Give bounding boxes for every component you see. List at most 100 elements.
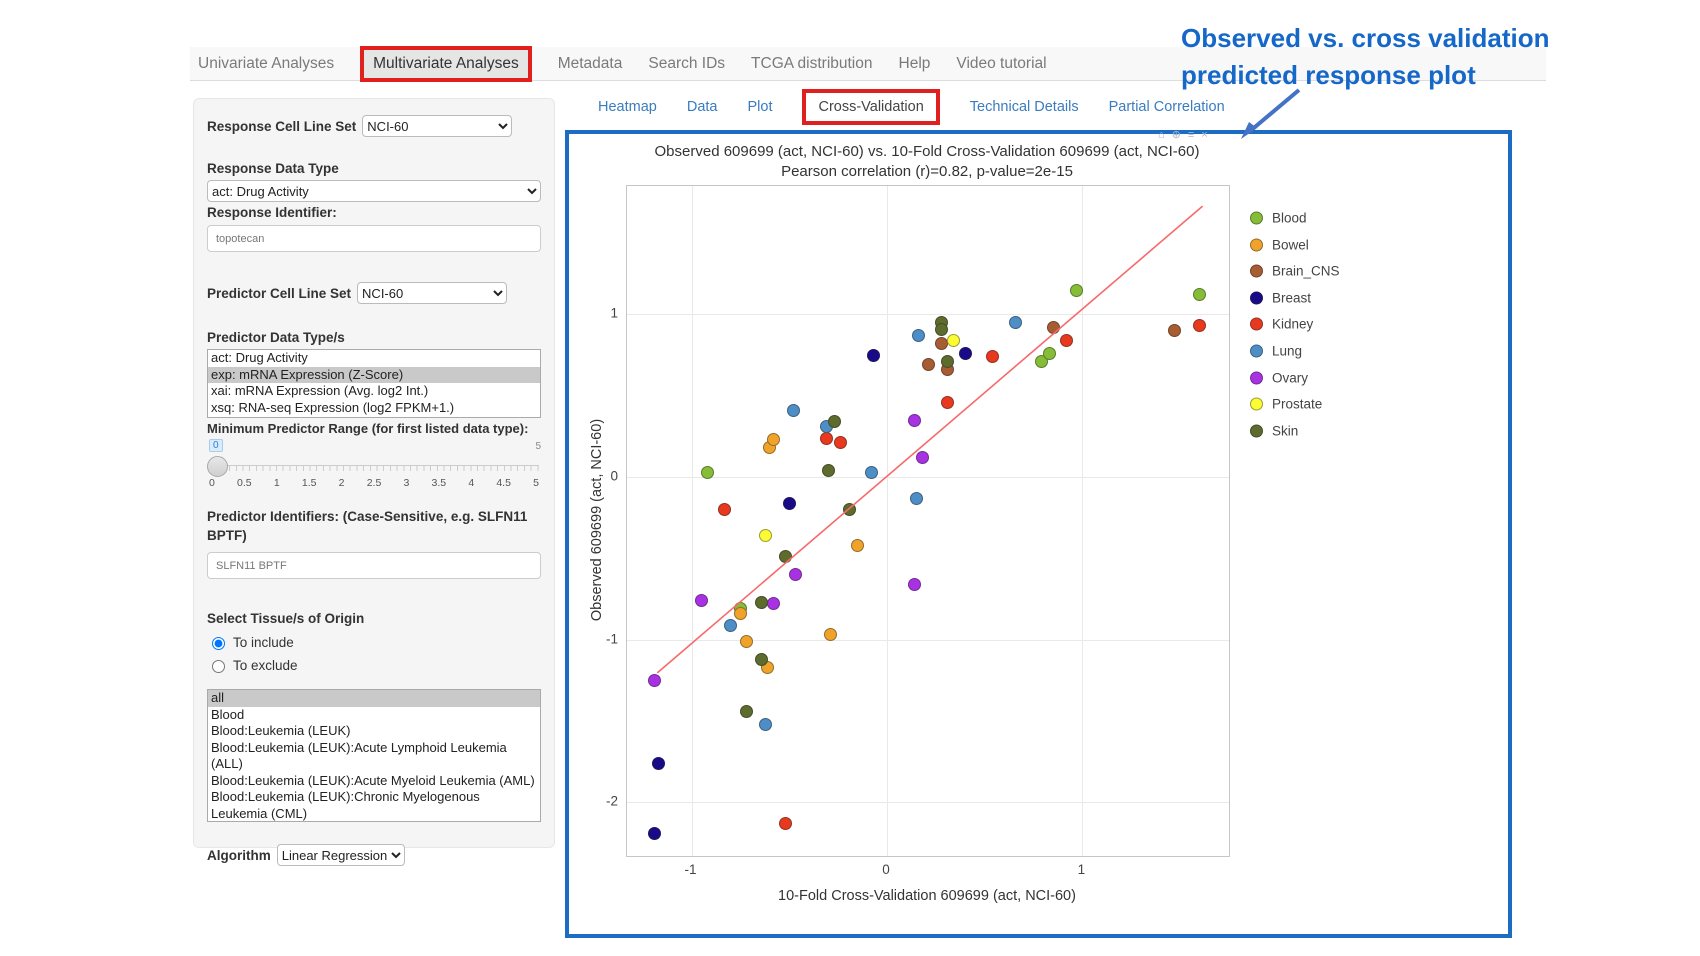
x-tick-label: -1 [684, 862, 696, 877]
predictor-data-types-label: Predictor Data Type/s [207, 330, 541, 345]
legend-label: Ovary [1272, 370, 1308, 385]
subtab-data[interactable]: Data [687, 99, 718, 115]
zoom-icon[interactable]: ⊕ [1172, 129, 1188, 141]
plotly-modebar[interactable]: ⌂⊕≡× [1158, 128, 1215, 141]
y-tick-label: -1 [588, 631, 618, 646]
predictor-cell-line-set-label: Predictor Cell Line Set [207, 286, 351, 301]
y-tick-label: -2 [588, 794, 618, 809]
slider-handle[interactable] [207, 456, 228, 477]
predictor-cell-line-set-select[interactable]: NCI-60 [357, 282, 507, 304]
algorithm-label: Algorithm [207, 848, 271, 863]
algorithm-select[interactable]: Linear Regression [277, 844, 405, 866]
pan-icon[interactable]: ≡ [1188, 129, 1201, 141]
legend-item-lung[interactable]: Lung [1250, 344, 1302, 359]
legend-dot-icon [1250, 291, 1263, 304]
list-option[interactable]: xai: mRNA Expression (Avg. log2 Int.) [208, 383, 540, 400]
subtab-plot[interactable]: Plot [747, 99, 772, 115]
list-option[interactable]: all [208, 690, 540, 707]
radio-input[interactable] [212, 660, 225, 673]
legend-item-skin[interactable]: Skin [1250, 423, 1298, 438]
subtab-technical-details[interactable]: Technical Details [970, 99, 1079, 115]
list-option[interactable]: xsq: RNA-seq Expression (log2 FPKM+1.) [208, 400, 540, 417]
close-icon[interactable]: × [1201, 129, 1214, 141]
legend-label: Bowel [1272, 237, 1309, 252]
x-axis-title: 10-Fold Cross-Validation 609699 (act, NC… [626, 888, 1228, 904]
plot-subtitle: Pearson correlation (r)=0.82, p-value=2e… [626, 163, 1228, 180]
nav-tab-metadata[interactable]: Metadata [558, 55, 623, 73]
plot-title: Observed 609699 (act, NCI-60) vs. 10-Fol… [626, 143, 1228, 160]
legend-item-kidney[interactable]: Kidney [1250, 317, 1313, 332]
radio-input[interactable] [212, 637, 225, 650]
slider-tick-label: 4 [468, 477, 474, 489]
response-data-type-label: Response Data Type [207, 161, 541, 176]
slider-tick-label: 3.5 [432, 477, 447, 489]
legend-label: Lung [1272, 344, 1302, 359]
legend-item-ovary[interactable]: Ovary [1250, 370, 1308, 385]
tissue-radio-to-exclude[interactable]: To exclude [207, 657, 541, 673]
list-option[interactable]: Blood:Leukemia (LEUK):Chronic Myelogenou… [208, 789, 540, 822]
slider-tick-label: 5 [533, 477, 539, 489]
legend-dot-icon [1250, 238, 1263, 251]
tissue-listbox[interactable]: allBloodBlood:Leukemia (LEUK)Blood:Leuke… [207, 689, 541, 822]
predictor-identifiers-label: Predictor Identifiers: (Case-Sensitive, … [207, 507, 541, 545]
slider-tick-label: 2.5 [367, 477, 382, 489]
nav-tab-search-ids[interactable]: Search IDs [648, 55, 725, 73]
radio-label: To exclude [233, 658, 298, 673]
legend-label: Brain_CNS [1272, 264, 1340, 279]
slider-tick-label: 1 [274, 477, 280, 489]
legend-label: Prostate [1272, 397, 1322, 412]
response-identifier-label: Response Identifier: [207, 205, 541, 220]
response-cell-line-set-select[interactable]: NCI-60 [362, 115, 512, 137]
list-option[interactable]: exp: mRNA Expression (Z-Score) [208, 367, 540, 384]
response-data-type-select[interactable]: act: Drug Activity [207, 180, 541, 202]
subtab-cross-validation[interactable]: Cross-Validation [802, 89, 939, 125]
legend-item-blood[interactable]: Blood [1250, 211, 1307, 226]
slider-value-badge: 0 [209, 439, 223, 452]
list-option[interactable]: Blood:Leukemia (LEUK):Acute Myeloid Leuk… [208, 773, 540, 790]
list-option[interactable]: Blood [208, 707, 540, 724]
radio-label: To include [233, 635, 294, 650]
y-axis-title: Observed 609699 (act, NCI-60) [589, 419, 605, 621]
legend-dot-icon [1250, 424, 1263, 437]
tissue-origin-label: Select Tissue/s of Origin [207, 611, 541, 626]
legend-item-prostate[interactable]: Prostate [1250, 397, 1322, 412]
result-subtabs: Heatmap Data Plot Cross-Validation Technical… [598, 92, 1225, 122]
tissue-radio-to-include[interactable]: To include [207, 634, 541, 650]
min-predictor-range-slider: 0 5 00.511.522.533.544.55 [207, 439, 541, 501]
x-tick-label: 0 [882, 862, 890, 877]
annotation-callout: Observed vs. cross validation predicted … [1181, 20, 1550, 94]
nav-tab-video-tutorial[interactable]: Video tutorial [956, 55, 1046, 73]
slider-tick-label: 0 [209, 477, 215, 489]
nav-tab-univariate-analyses[interactable]: Univariate Analyses [198, 55, 334, 73]
home-icon[interactable]: ⌂ [1158, 129, 1172, 141]
slider-max-label: 5 [535, 441, 541, 452]
predictor-data-types-listbox[interactable]: act: Drug Activityexp: mRNA Expression (… [207, 349, 541, 418]
subtab-partial-correlation[interactable]: Partial Correlation [1109, 99, 1225, 115]
list-option[interactable]: Blood:Leukemia (LEUK):Acute Lymphoid Leu… [208, 740, 540, 773]
slider-tick-label: 3 [403, 477, 409, 489]
list-option[interactable]: Blood:Leukemia (LEUK) [208, 723, 540, 740]
legend-item-breast[interactable]: Breast [1250, 290, 1311, 305]
nav-tab-tcga-distribution[interactable]: TCGA distribution [751, 55, 872, 73]
app-page: Univariate Analyses Multivariate Analyses… [0, 0, 1700, 956]
nav-tab-help[interactable]: Help [899, 55, 931, 73]
legend-label: Breast [1272, 290, 1311, 305]
settings-sidebar: Response Cell Line Set NCI-60 Response D… [193, 98, 555, 848]
legend-dot-icon [1250, 345, 1263, 358]
subtab-heatmap[interactable]: Heatmap [598, 99, 657, 115]
y-tick-label: 0 [588, 469, 618, 484]
slider-tick-label: 2 [339, 477, 345, 489]
slider-tick-labels: 00.511.522.533.544.55 [209, 477, 539, 489]
min-predictor-range-label: Minimum Predictor Range (for first liste… [207, 421, 541, 436]
list-option[interactable]: act: Drug Activity [208, 350, 540, 367]
nav-tab-multivariate-analyses[interactable]: Multivariate Analyses [360, 46, 532, 82]
legend-item-bowel[interactable]: Bowel [1250, 237, 1309, 252]
legend-label: Blood [1272, 211, 1307, 226]
annotation-line1: Observed vs. cross validation [1181, 20, 1550, 57]
predictor-identifiers-input[interactable] [207, 552, 541, 579]
response-identifier-input[interactable] [207, 225, 541, 252]
legend-dot-icon [1250, 398, 1263, 411]
legend-item-brain_cns[interactable]: Brain_CNS [1250, 264, 1340, 279]
legend-label: Skin [1272, 423, 1298, 438]
legend-dot-icon [1250, 371, 1263, 384]
